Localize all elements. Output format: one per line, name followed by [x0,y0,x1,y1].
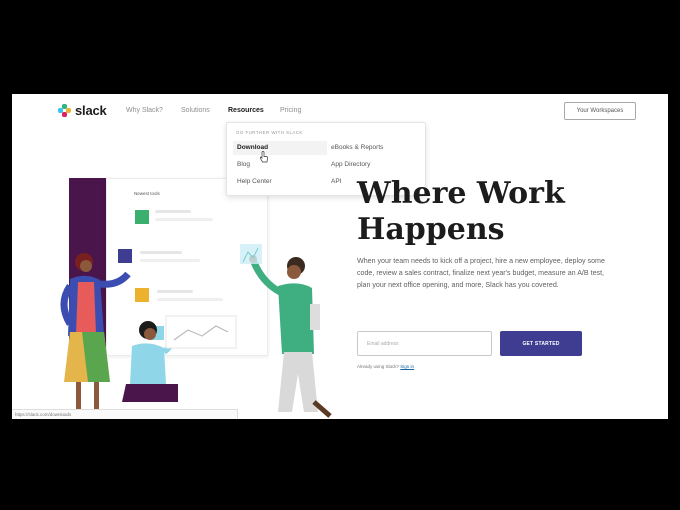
slack-logo[interactable]: slack [58,103,107,118]
illustration-card-title: Newest tools [134,191,160,196]
dropdown-item-ebooks[interactable]: eBooks & Reports [331,144,383,151]
slack-homepage: slack Why Slack? Solutions Resources Pri… [12,94,668,419]
nav-link-resources[interactable]: Resources [228,107,264,114]
hero-headline-line1: Where Work [357,176,565,211]
letterbox-top [0,0,680,94]
illustration-line [155,218,213,221]
signin-prefix: Already using Slack? [357,364,400,369]
slack-logo-icon [58,104,71,117]
letterbox-right [668,94,680,419]
illustration-people [60,244,332,418]
dropdown-item-download[interactable]: Download [237,144,268,151]
illustration-green-tile [135,210,149,224]
email-input[interactable]: Email address [357,331,492,356]
letterbox-bottom [0,419,680,510]
video-frame: slack Why Slack? Solutions Resources Pri… [0,0,680,510]
dropdown-item-app-directory[interactable]: App Directory [331,161,370,168]
dropdown-item-blog[interactable]: Blog [237,161,250,168]
nav-link-why-slack[interactable]: Why Slack? [126,107,163,114]
dropdown-item-help-center[interactable]: Help Center [237,178,272,185]
your-workspaces-button[interactable]: Your Workspaces [564,102,636,120]
browser-status-bar: https://slack.com/downloads [12,409,238,419]
hero-description: When your team needs to kick off a proje… [357,257,605,290]
logo-text: slack [75,103,107,118]
illustration-line [155,210,191,213]
hero-headline: Where Work Happens [357,176,565,248]
signin-link[interactable]: Sign in [400,364,414,369]
signin-prompt: Already using Slack? Sign in [357,364,414,369]
dropdown-item-api[interactable]: API [331,178,341,185]
nav-link-solutions[interactable]: Solutions [181,107,210,114]
letterbox-left [0,94,12,419]
dropdown-heading: GO FURTHER WITH SLACK [236,130,303,135]
hand-cursor-icon [259,151,268,163]
hero-headline-line2: Happens [357,212,505,247]
nav-link-pricing[interactable]: Pricing [280,107,301,114]
get-started-button[interactable]: GET STARTED [500,331,582,356]
